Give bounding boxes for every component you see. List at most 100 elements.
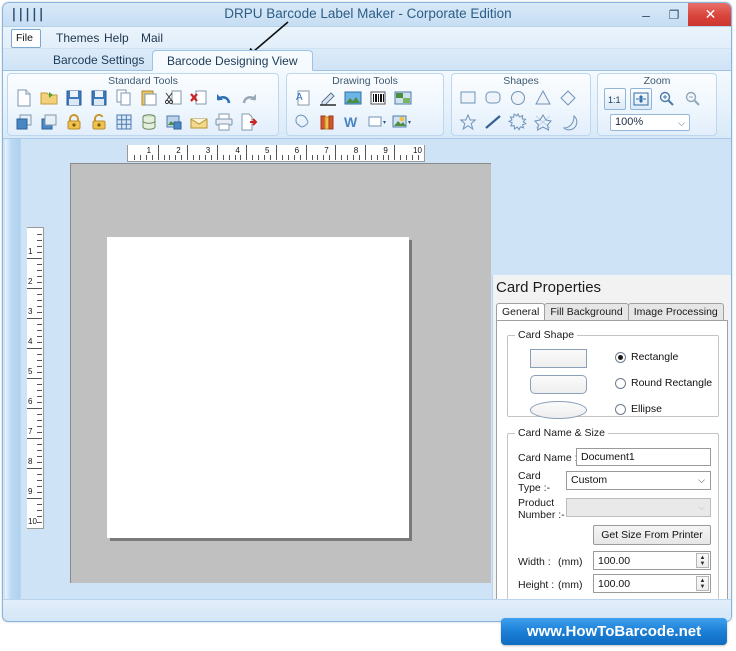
lock-icon[interactable] [62, 111, 86, 133]
tab-image-processing[interactable]: Image Processing [627, 303, 724, 321]
card-name-input[interactable]: Document1 [576, 448, 711, 466]
barcode-icon[interactable] [366, 87, 390, 109]
ruler-minor-tick [376, 155, 378, 160]
shape-swatch-rectangle[interactable] [530, 349, 587, 368]
save-icon[interactable] [62, 87, 86, 109]
card-type-select[interactable]: Custom ⌵ [566, 471, 711, 490]
properties-tabs: General Fill Background Image Processing [496, 303, 724, 321]
ruler-major-tick [364, 145, 366, 160]
signature-icon[interactable] [316, 87, 340, 109]
height-stepper[interactable]: ▲ ▼ [696, 576, 709, 591]
text-icon[interactable]: A [291, 87, 315, 109]
menu-item-help[interactable]: Help [97, 29, 136, 47]
ruler-label: 2 [28, 277, 33, 286]
tab-general[interactable]: General [496, 303, 546, 321]
bring-to-front-icon[interactable] [12, 111, 36, 133]
ruler-minor-tick [37, 444, 42, 445]
ruler-minor-tick [193, 155, 195, 160]
width-stepper[interactable]: ▲ ▼ [696, 553, 709, 568]
radio-rectangle[interactable]: Rectangle [615, 351, 678, 363]
shape-swatch-ellipse[interactable] [530, 401, 587, 419]
undo-icon[interactable] [212, 87, 236, 109]
radio-indicator [615, 377, 626, 389]
height-input[interactable]: 100.00 ▲ ▼ [593, 574, 711, 593]
send-to-back-icon[interactable] [37, 111, 61, 133]
image-dropdown-icon[interactable] [391, 111, 415, 133]
product-number-select[interactable]: ⌵ [566, 498, 711, 517]
ruler-minor-tick [37, 246, 42, 247]
star4-icon[interactable] [531, 111, 555, 133]
picture-icon[interactable] [341, 87, 365, 109]
shape-freeform-icon[interactable] [291, 111, 315, 133]
email-icon[interactable] [187, 111, 211, 133]
library-icon[interactable] [316, 111, 340, 133]
ruler-minor-tick [37, 516, 42, 517]
tab-barcode-designing-view[interactable]: Barcode Designing View [152, 50, 313, 71]
radio-round-rectangle[interactable]: Round Rectangle [615, 377, 712, 389]
unlock-icon[interactable] [87, 111, 111, 133]
image-frame-icon[interactable] [391, 87, 415, 109]
circle-icon[interactable] [506, 87, 530, 109]
ruler-minor-tick [181, 155, 183, 160]
ribbon: Standard Tools Drawing Tools A W Shapes … [3, 71, 731, 139]
menu-item-file[interactable]: File [11, 29, 41, 48]
width-input[interactable]: 100.00 ▲ ▼ [593, 551, 711, 570]
new-document-icon[interactable] [12, 87, 36, 109]
rounded-rect-icon[interactable] [481, 87, 505, 109]
delete-icon[interactable] [187, 87, 211, 109]
zoom-in-icon[interactable] [656, 88, 678, 110]
zoom-level-select[interactable]: 100% ⌵ [610, 114, 690, 131]
fit-to-window-icon[interactable] [630, 88, 652, 110]
triangle-icon[interactable] [531, 87, 555, 109]
diamond-icon[interactable] [556, 87, 580, 109]
ruler-minor-tick [37, 294, 42, 295]
ruler-label: 8 [353, 146, 359, 155]
ruler-major-tick [27, 438, 42, 439]
export-image-icon[interactable] [162, 111, 186, 133]
stepper-down-icon[interactable]: ▼ [700, 561, 706, 567]
burst-icon[interactable] [506, 111, 530, 133]
radio-ellipse[interactable]: Ellipse [615, 403, 662, 415]
zoom-out-icon[interactable] [682, 88, 704, 110]
paste-icon[interactable] [137, 87, 161, 109]
cut-icon[interactable] [162, 87, 186, 109]
restore-button[interactable]: ❐ [660, 3, 688, 26]
watermark-icon[interactable]: W [341, 111, 365, 133]
menu-item-mail[interactable]: Mail [134, 29, 170, 47]
database-icon[interactable] [137, 111, 161, 133]
ruler-minor-tick [358, 155, 360, 160]
ruler-minor-tick [37, 252, 42, 253]
star-icon[interactable] [456, 111, 480, 133]
stepper-down-icon[interactable]: ▼ [700, 584, 706, 590]
copy-page-icon[interactable] [112, 87, 136, 109]
ruler-label: 7 [324, 146, 329, 155]
ruler-major-tick [394, 145, 396, 160]
redo-icon[interactable] [237, 87, 261, 109]
ruler-label: 4 [28, 337, 33, 346]
rectangle-dropdown-icon[interactable] [366, 111, 390, 133]
exit-icon[interactable] [237, 111, 261, 133]
minimize-button[interactable]: – [632, 3, 660, 26]
actual-size-icon[interactable]: 1:1 [604, 88, 626, 110]
get-size-from-printer-button[interactable]: Get Size From Printer [593, 525, 711, 545]
ruler-major-tick [27, 258, 42, 259]
ruler-minor-tick [37, 342, 42, 343]
ruler-minor-tick [293, 155, 295, 160]
ruler-minor-tick [145, 155, 147, 160]
line-icon[interactable] [481, 111, 505, 133]
shapes-row-1 [456, 87, 580, 109]
tab-fill-background[interactable]: Fill Background [544, 303, 629, 321]
close-button[interactable]: ✕ [688, 3, 731, 26]
shape-swatch-round-rectangle[interactable] [530, 375, 587, 394]
tab-barcode-settings[interactable]: Barcode Settings [39, 50, 158, 71]
grid-icon[interactable] [112, 111, 136, 133]
radio-indicator [615, 403, 626, 415]
pie-icon[interactable] [556, 111, 580, 133]
open-folder-icon[interactable] [37, 87, 61, 109]
square-icon[interactable] [456, 87, 480, 109]
ruler-minor-tick [151, 155, 153, 160]
save-as-icon[interactable] [87, 87, 111, 109]
print-icon[interactable] [212, 111, 236, 133]
design-canvas[interactable]: 1 2 3 4 5 6 7 8 9 10 1 2 3 4 5 6 7 8 9 10 [21, 141, 491, 597]
card-preview[interactable] [107, 237, 409, 538]
